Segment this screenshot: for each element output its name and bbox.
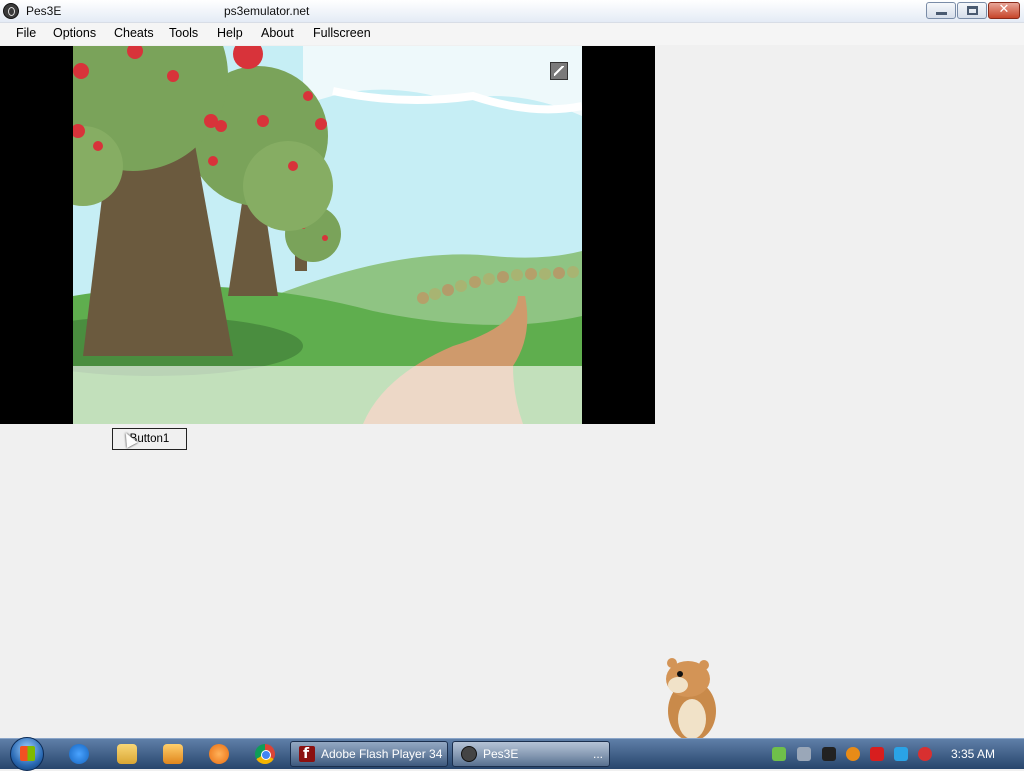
task-overflow: ... — [593, 747, 604, 761]
clock[interactable]: 3:35 AM — [951, 747, 995, 761]
action-center-flag-icon[interactable] — [870, 747, 884, 761]
windows-logo-icon — [20, 746, 35, 761]
uc-browser-icon[interactable] — [209, 744, 229, 764]
window-title: Pes3E — [26, 4, 62, 18]
volume-icon[interactable] — [918, 747, 932, 761]
menu-cheats[interactable]: Cheats — [114, 26, 154, 40]
tray-checkmark-icon[interactable] — [822, 747, 836, 761]
flash-icon — [299, 742, 315, 766]
start-button[interactable] — [10, 737, 44, 771]
file-explorer-icon[interactable] — [117, 744, 137, 764]
network-icon[interactable] — [772, 747, 786, 761]
tray-app-icon[interactable] — [797, 747, 811, 761]
task-label: Adobe Flash Player 34 — [321, 747, 443, 761]
tray-search-icon[interactable] — [846, 747, 860, 761]
minimize-icon — [936, 12, 947, 15]
game-scene[interactable] — [73, 46, 582, 424]
expand-icon[interactable] — [550, 62, 568, 80]
menu-about[interactable]: About — [261, 26, 294, 40]
menu-options[interactable]: Options — [53, 26, 96, 40]
pes3e-icon — [461, 746, 477, 762]
window-site-title: ps3emulator.net — [224, 4, 310, 18]
internet-explorer-icon[interactable] — [69, 744, 89, 764]
hamster-mascot — [664, 658, 716, 743]
game-stage[interactable] — [0, 46, 655, 424]
menu-file[interactable]: File — [16, 26, 36, 40]
close-icon: ✕ — [998, 2, 1010, 17]
taskbar-flash-player[interactable]: Adobe Flash Player 34 — [290, 741, 448, 767]
task-label: Pes3E — [483, 747, 519, 761]
media-player-icon[interactable] — [163, 744, 183, 764]
close-button[interactable]: ✕ — [988, 2, 1020, 19]
taskbar: Adobe Flash Player 34 Pes3E ... 3:35 AM — [0, 737, 1024, 771]
menu-bar: File Options Cheats Tools Help About Ful… — [0, 23, 1024, 45]
chrome-icon[interactable] — [255, 744, 275, 764]
menu-tools[interactable]: Tools — [169, 26, 198, 40]
minimize-button[interactable] — [926, 2, 956, 19]
app-icon[interactable] — [3, 3, 19, 19]
maximize-icon — [967, 6, 978, 15]
menu-help[interactable]: Help — [217, 26, 243, 40]
title-bar[interactable]: Pes3E ps3emulator.net ✕ — [0, 0, 1024, 23]
maximize-button[interactable] — [957, 2, 987, 19]
taskbar-pes3e[interactable]: Pes3E ... — [452, 741, 610, 767]
fade-overlay — [73, 366, 582, 424]
display-icon[interactable] — [894, 747, 908, 761]
menu-fullscreen[interactable]: Fullscreen — [313, 26, 371, 40]
